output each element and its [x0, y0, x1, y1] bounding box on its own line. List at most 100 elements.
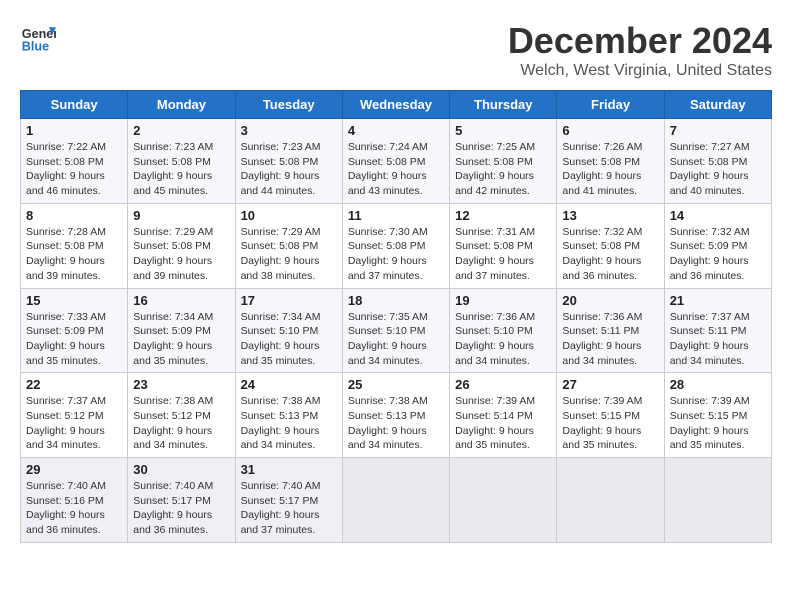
- calendar-cell: 2 Sunrise: 7:23 AMSunset: 5:08 PMDaylight…: [128, 119, 235, 204]
- day-number: 30: [133, 462, 229, 477]
- calendar-cell: 16 Sunrise: 7:34 AMSunset: 5:09 PMDayligh…: [128, 288, 235, 373]
- day-of-week-header: Friday: [557, 91, 664, 119]
- day-info: Sunrise: 7:38 AMSunset: 5:13 PMDaylight:…: [348, 394, 444, 453]
- day-number: 12: [455, 208, 551, 223]
- day-info: Sunrise: 7:27 AMSunset: 5:08 PMDaylight:…: [670, 140, 766, 199]
- calendar-cell: 17Sunrise: 7:34 AMSunset: 5:10 PMDayligh…: [235, 288, 342, 373]
- day-info: Sunrise: 7:28 AMSunset: 5:08 PMDaylight:…: [26, 225, 122, 284]
- day-number: 20: [562, 293, 658, 308]
- calendar-week-row: 22Sunrise: 7:37 AMSunset: 5:12 PMDayligh…: [21, 373, 772, 458]
- calendar-cell: 25Sunrise: 7:38 AMSunset: 5:13 PMDayligh…: [342, 373, 449, 458]
- calendar-week-row: 15 Sunrise: 7:33 AMSunset: 5:09 PMDayligh…: [21, 288, 772, 373]
- day-info: Sunrise: 7:32 AMSunset: 5:08 PMDaylight:…: [562, 225, 658, 284]
- day-number: 6: [562, 123, 658, 138]
- day-info: Sunrise: 7:39 AMSunset: 5:14 PMDaylight:…: [455, 394, 551, 453]
- day-info: Sunrise: 7:38 AMSunset: 5:13 PMDaylight:…: [241, 394, 337, 453]
- day-info: Sunrise: 7:39 AMSunset: 5:15 PMDaylight:…: [670, 394, 766, 453]
- day-info: Sunrise: 7:33 AMSunset: 5:09 PMDaylight:…: [26, 310, 122, 369]
- day-info: Sunrise: 7:36 AMSunset: 5:11 PMDaylight:…: [562, 310, 658, 369]
- day-info: Sunrise: 7:40 AMSunset: 5:17 PMDaylight:…: [133, 479, 229, 538]
- day-number: 28: [670, 377, 766, 392]
- calendar-cell: 19Sunrise: 7:36 AMSunset: 5:10 PMDayligh…: [450, 288, 557, 373]
- day-number: 3: [241, 123, 337, 138]
- day-number: 17: [241, 293, 337, 308]
- day-info: Sunrise: 7:23 AMSunset: 5:08 PMDaylight:…: [133, 140, 229, 199]
- calendar-cell: 10 Sunrise: 7:29 AMSunset: 5:08 PMDayligh…: [235, 203, 342, 288]
- day-number: 19: [455, 293, 551, 308]
- day-number: 22: [26, 377, 122, 392]
- calendar-cell: 28 Sunrise: 7:39 AMSunset: 5:15 PMDayligh…: [664, 373, 771, 458]
- day-number: 18: [348, 293, 444, 308]
- day-number: 7: [670, 123, 766, 138]
- calendar-cell: 9 Sunrise: 7:29 AMSunset: 5:08 PMDaylight…: [128, 203, 235, 288]
- day-info: Sunrise: 7:38 AMSunset: 5:12 PMDaylight:…: [133, 394, 229, 453]
- calendar-cell: 1 Sunrise: 7:22 AMSunset: 5:08 PMDaylight…: [21, 119, 128, 204]
- day-info: Sunrise: 7:22 AMSunset: 5:08 PMDaylight:…: [26, 140, 122, 199]
- calendar-cell: 4 Sunrise: 7:24 AMSunset: 5:08 PMDaylight…: [342, 119, 449, 204]
- calendar-cell: 7 Sunrise: 7:27 AMSunset: 5:08 PMDaylight…: [664, 119, 771, 204]
- day-info: Sunrise: 7:30 AMSunset: 5:08 PMDaylight:…: [348, 225, 444, 284]
- day-info: Sunrise: 7:35 AMSunset: 5:10 PMDaylight:…: [348, 310, 444, 369]
- day-info: Sunrise: 7:24 AMSunset: 5:08 PMDaylight:…: [348, 140, 444, 199]
- day-of-week-header: Thursday: [450, 91, 557, 119]
- day-info: Sunrise: 7:25 AMSunset: 5:08 PMDaylight:…: [455, 140, 551, 199]
- day-info: Sunrise: 7:39 AMSunset: 5:15 PMDaylight:…: [562, 394, 658, 453]
- calendar-cell: 5 Sunrise: 7:25 AMSunset: 5:08 PMDaylight…: [450, 119, 557, 204]
- day-number: 4: [348, 123, 444, 138]
- calendar-cell: 6 Sunrise: 7:26 AMSunset: 5:08 PMDaylight…: [557, 119, 664, 204]
- calendar-cell: 29 Sunrise: 7:40 AMSunset: 5:16 PMDayligh…: [21, 458, 128, 543]
- logo: General Blue: [20, 20, 56, 56]
- calendar-cell: 15 Sunrise: 7:33 AMSunset: 5:09 PMDayligh…: [21, 288, 128, 373]
- day-info: Sunrise: 7:34 AMSunset: 5:09 PMDaylight:…: [133, 310, 229, 369]
- calendar-cell: 24 Sunrise: 7:38 AMSunset: 5:13 PMDayligh…: [235, 373, 342, 458]
- day-info: Sunrise: 7:40 AMSunset: 5:16 PMDaylight:…: [26, 479, 122, 538]
- calendar-cell: 8Sunrise: 7:28 AMSunset: 5:08 PMDaylight…: [21, 203, 128, 288]
- day-number: 29: [26, 462, 122, 477]
- day-number: 31: [241, 462, 337, 477]
- day-info: Sunrise: 7:29 AMSunset: 5:08 PMDaylight:…: [133, 225, 229, 284]
- calendar-subtitle: Welch, West Virginia, United States: [508, 62, 772, 80]
- day-number: 2: [133, 123, 229, 138]
- day-info: Sunrise: 7:23 AMSunset: 5:08 PMDaylight:…: [241, 140, 337, 199]
- calendar-week-row: 29 Sunrise: 7:40 AMSunset: 5:16 PMDayligh…: [21, 458, 772, 543]
- calendar-week-row: 1 Sunrise: 7:22 AMSunset: 5:08 PMDaylight…: [21, 119, 772, 204]
- day-info: Sunrise: 7:31 AMSunset: 5:08 PMDaylight:…: [455, 225, 551, 284]
- day-number: 1: [26, 123, 122, 138]
- svg-text:Blue: Blue: [22, 40, 49, 54]
- calendar-cell: [342, 458, 449, 543]
- calendar-week-row: 8Sunrise: 7:28 AMSunset: 5:08 PMDaylight…: [21, 203, 772, 288]
- calendar-table: SundayMondayTuesdayWednesdayThursdayFrid…: [20, 90, 772, 543]
- day-of-week-header: Tuesday: [235, 91, 342, 119]
- calendar-title: December 2024: [508, 20, 772, 62]
- day-number: 26: [455, 377, 551, 392]
- day-info: Sunrise: 7:26 AMSunset: 5:08 PMDaylight:…: [562, 140, 658, 199]
- logo-icon: General Blue: [20, 20, 56, 56]
- day-number: 15: [26, 293, 122, 308]
- day-number: 9: [133, 208, 229, 223]
- day-number: 13: [562, 208, 658, 223]
- calendar-cell: 18 Sunrise: 7:35 AMSunset: 5:10 PMDayligh…: [342, 288, 449, 373]
- calendar-cell: 22Sunrise: 7:37 AMSunset: 5:12 PMDayligh…: [21, 373, 128, 458]
- day-number: 14: [670, 208, 766, 223]
- day-number: 21: [670, 293, 766, 308]
- day-number: 5: [455, 123, 551, 138]
- calendar-cell: 13 Sunrise: 7:32 AMSunset: 5:08 PMDayligh…: [557, 203, 664, 288]
- day-info: Sunrise: 7:29 AMSunset: 5:08 PMDaylight:…: [241, 225, 337, 284]
- day-info: Sunrise: 7:32 AMSunset: 5:09 PMDaylight:…: [670, 225, 766, 284]
- calendar-cell: 27 Sunrise: 7:39 AMSunset: 5:15 PMDayligh…: [557, 373, 664, 458]
- calendar-cell: 30 Sunrise: 7:40 AMSunset: 5:17 PMDayligh…: [128, 458, 235, 543]
- calendar-cell: 26 Sunrise: 7:39 AMSunset: 5:14 PMDayligh…: [450, 373, 557, 458]
- day-number: 16: [133, 293, 229, 308]
- day-number: 27: [562, 377, 658, 392]
- calendar-cell: [557, 458, 664, 543]
- day-info: Sunrise: 7:37 AMSunset: 5:11 PMDaylight:…: [670, 310, 766, 369]
- calendar-cell: [450, 458, 557, 543]
- day-number: 10: [241, 208, 337, 223]
- title-section: December 2024 Welch, West Virginia, Unit…: [508, 20, 772, 80]
- day-number: 11: [348, 208, 444, 223]
- day-of-week-header: Saturday: [664, 91, 771, 119]
- day-number: 23: [133, 377, 229, 392]
- calendar-cell: 31Sunrise: 7:40 AMSunset: 5:17 PMDayligh…: [235, 458, 342, 543]
- calendar-header-row: SundayMondayTuesdayWednesdayThursdayFrid…: [21, 91, 772, 119]
- day-number: 24: [241, 377, 337, 392]
